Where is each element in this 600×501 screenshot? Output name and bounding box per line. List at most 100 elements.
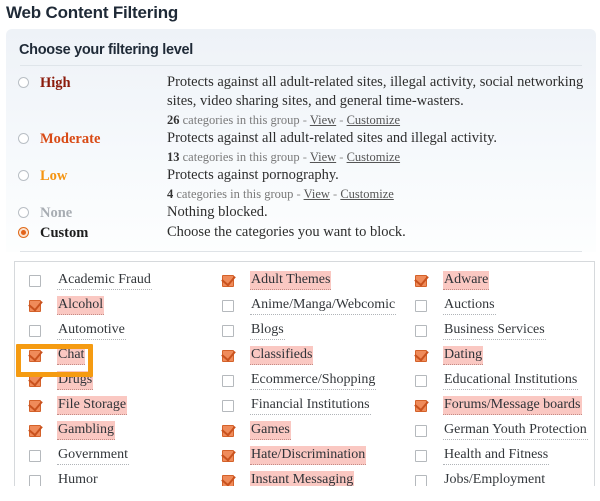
- checkbox-auctions[interactable]: [415, 299, 427, 312]
- category-row[interactable]: Health and Fitness: [415, 443, 594, 468]
- level-row-moderate[interactable]: Moderate Protects against all adult-rela…: [6, 129, 596, 166]
- checkbox-adware[interactable]: [415, 274, 427, 287]
- category-row[interactable]: Business Services: [415, 318, 594, 343]
- checkbox-hate-discrimination[interactable]: [222, 449, 234, 462]
- checkbox-business-services[interactable]: [415, 324, 427, 337]
- level-row-none[interactable]: None Nothing blocked.: [6, 203, 596, 223]
- checkbox-cell[interactable]: [222, 399, 250, 412]
- checkbox-gambling[interactable]: [29, 424, 41, 437]
- category-row[interactable]: Academic Fraud: [29, 268, 222, 293]
- category-row[interactable]: Government: [29, 443, 222, 468]
- checkbox-drugs[interactable]: [29, 374, 41, 387]
- category-row[interactable]: Instant Messaging: [222, 468, 415, 486]
- checkbox-health-and-fitness[interactable]: [415, 449, 427, 462]
- category-label[interactable]: Academic Fraud: [57, 271, 152, 290]
- checkbox-cell[interactable]: [222, 349, 250, 362]
- checkbox-cell[interactable]: [222, 424, 250, 437]
- view-link-high[interactable]: View: [310, 113, 336, 127]
- checkbox-alcohol[interactable]: [29, 299, 41, 312]
- checkbox-academic-fraud[interactable]: [29, 274, 41, 287]
- category-label[interactable]: Alcohol: [57, 296, 105, 315]
- checkbox-humor[interactable]: [29, 474, 41, 486]
- category-row[interactable]: Chat: [29, 343, 222, 368]
- checkbox-blogs[interactable]: [222, 324, 234, 337]
- checkbox-cell[interactable]: [415, 449, 443, 462]
- checkbox-anime-manga-webcomic[interactable]: [222, 299, 234, 312]
- category-label[interactable]: Chat: [57, 346, 86, 365]
- checkbox-cell[interactable]: [222, 324, 250, 337]
- checkbox-cell[interactable]: [29, 374, 57, 387]
- category-label[interactable]: Health and Fitness: [443, 446, 550, 465]
- category-label[interactable]: File Storage: [57, 396, 128, 415]
- level-row-low[interactable]: Low Protects against pornography. 4 cate…: [6, 166, 596, 203]
- category-row[interactable]: File Storage: [29, 393, 222, 418]
- category-row[interactable]: Classifieds: [222, 343, 415, 368]
- checkbox-educational-institutions[interactable]: [415, 374, 427, 387]
- category-label[interactable]: Drugs: [57, 371, 94, 390]
- checkbox-jobs-employment[interactable]: [415, 474, 427, 486]
- category-row[interactable]: Hate/Discrimination: [222, 443, 415, 468]
- radio-cell-high[interactable]: [6, 73, 40, 88]
- checkbox-cell[interactable]: [29, 349, 57, 362]
- category-row[interactable]: Forums/Message boards: [415, 393, 594, 418]
- category-label[interactable]: Humor: [57, 471, 99, 486]
- category-row[interactable]: Ecommerce/Shopping: [222, 368, 415, 393]
- view-link-moderate[interactable]: View: [310, 150, 336, 164]
- checkbox-cell[interactable]: [415, 299, 443, 312]
- category-label[interactable]: Government: [57, 446, 129, 465]
- checkbox-games[interactable]: [222, 424, 234, 437]
- checkbox-ecommerce-shopping[interactable]: [222, 374, 234, 387]
- checkbox-cell[interactable]: [415, 349, 443, 362]
- category-label[interactable]: Games: [250, 421, 291, 440]
- checkbox-automotive[interactable]: [29, 324, 41, 337]
- category-row[interactable]: Games: [222, 418, 415, 443]
- radio-cell-custom[interactable]: [6, 223, 40, 238]
- checkbox-cell[interactable]: [29, 324, 57, 337]
- category-row[interactable]: Educational Institutions: [415, 368, 594, 393]
- radio-custom[interactable]: [17, 227, 29, 238]
- category-row[interactable]: Jobs/Employment: [415, 468, 594, 486]
- radio-cell-none[interactable]: [6, 203, 40, 218]
- category-row[interactable]: Alcohol: [29, 293, 222, 318]
- checkbox-cell[interactable]: [29, 399, 57, 412]
- category-row[interactable]: Adult Themes: [222, 268, 415, 293]
- customize-link-low[interactable]: Customize: [340, 187, 393, 201]
- category-label[interactable]: Instant Messaging: [250, 471, 355, 486]
- checkbox-cell[interactable]: [222, 449, 250, 462]
- category-label[interactable]: Blogs: [250, 321, 285, 340]
- checkbox-forums-message-boards[interactable]: [415, 399, 427, 412]
- category-row[interactable]: Drugs: [29, 368, 222, 393]
- radio-moderate[interactable]: [17, 133, 29, 144]
- checkbox-cell[interactable]: [29, 449, 57, 462]
- category-label[interactable]: Jobs/Employment: [443, 471, 546, 486]
- checkbox-german-youth-protection[interactable]: [415, 424, 427, 437]
- category-label[interactable]: Adware: [443, 271, 490, 290]
- radio-high[interactable]: [17, 77, 29, 88]
- checkbox-cell[interactable]: [415, 274, 443, 287]
- checkbox-cell[interactable]: [415, 374, 443, 387]
- category-row[interactable]: Auctions: [415, 293, 594, 318]
- category-label[interactable]: Automotive: [57, 321, 126, 340]
- category-label[interactable]: German Youth Protection: [443, 421, 588, 440]
- category-row[interactable]: Financial Institutions: [222, 393, 415, 418]
- category-row[interactable]: Gambling: [29, 418, 222, 443]
- checkbox-cell[interactable]: [415, 324, 443, 337]
- checkbox-government[interactable]: [29, 449, 41, 462]
- checkbox-instant-messaging[interactable]: [222, 474, 234, 486]
- checkbox-file-storage[interactable]: [29, 399, 41, 412]
- checkbox-cell[interactable]: [415, 474, 443, 486]
- radio-cell-moderate[interactable]: [6, 129, 40, 144]
- checkbox-cell[interactable]: [29, 474, 57, 486]
- radio-low[interactable]: [17, 170, 29, 181]
- customize-link-high[interactable]: Customize: [347, 113, 400, 127]
- category-label[interactable]: Business Services: [443, 321, 546, 340]
- category-row[interactable]: Anime/Manga/Webcomic: [222, 293, 415, 318]
- radio-cell-low[interactable]: [6, 166, 40, 181]
- checkbox-cell[interactable]: [222, 274, 250, 287]
- category-label[interactable]: Ecommerce/Shopping: [250, 371, 377, 390]
- category-label[interactable]: Hate/Discrimination: [250, 446, 367, 465]
- category-row[interactable]: Automotive: [29, 318, 222, 343]
- category-label[interactable]: Classifieds: [250, 346, 314, 365]
- checkbox-dating[interactable]: [415, 349, 427, 362]
- checkbox-financial-institutions[interactable]: [222, 399, 234, 412]
